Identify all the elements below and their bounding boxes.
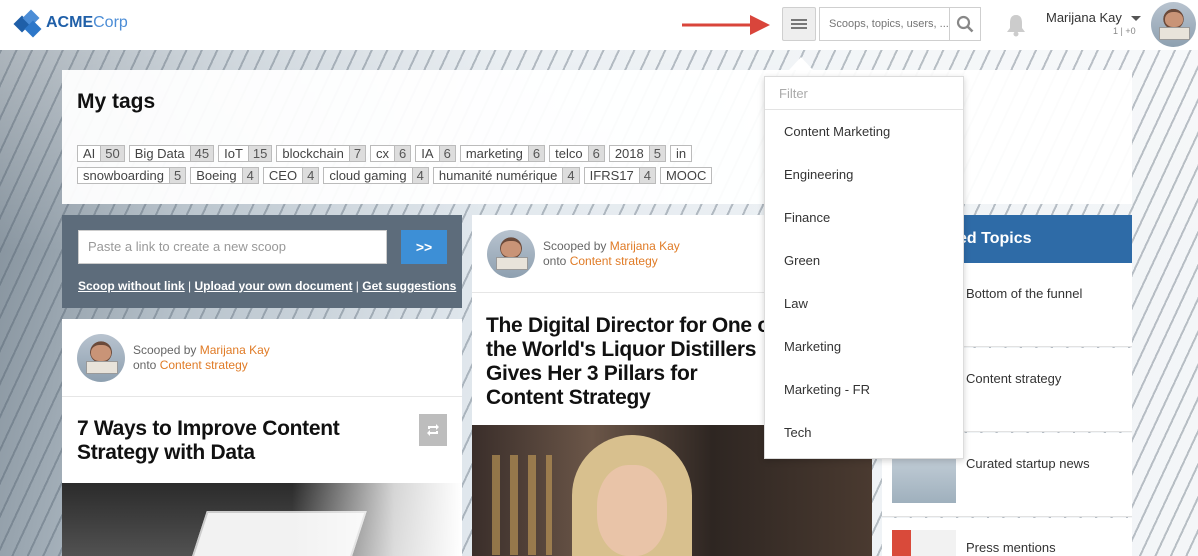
tag-item[interactable]: telco 6 xyxy=(549,145,605,162)
tag-row-2: snowboarding 5 Boeing 4 CEO 4 cloud gaming 4… xyxy=(77,167,1127,184)
top-bar: ACMECorp Marijana Kay 1 | +0 xyxy=(0,0,1198,50)
tag-item[interactable]: cx 6 xyxy=(370,145,412,162)
hamburger-icon xyxy=(791,19,807,29)
tag-item[interactable]: cloud gaming 4 xyxy=(323,167,429,184)
tag-row-1: AI 50 Big Data 45 IoT 15 blockchain 7 cx 6 IA… xyxy=(77,145,1127,162)
dropdown-item[interactable]: Law xyxy=(784,296,808,311)
user-stats: 1 | +0 xyxy=(1113,26,1136,36)
acme-logo[interactable]: ACMECorp xyxy=(13,9,128,38)
author-link[interactable]: Marijana Kay xyxy=(610,239,680,253)
user-name[interactable]: Marijana Kay xyxy=(1046,10,1122,25)
logo-text-bold: ACME xyxy=(46,14,94,31)
create-scoop-panel: Paste a link to create a new scoop >> Sc… xyxy=(62,215,462,308)
scoop-image[interactable] xyxy=(62,483,462,556)
tag-item[interactable]: IoT 15 xyxy=(218,145,273,162)
rescoop-icon xyxy=(427,424,439,436)
link-separator: | xyxy=(184,279,195,293)
dropdown-item[interactable]: Marketing xyxy=(784,339,841,354)
scooped-by-label: Scooped by xyxy=(543,239,607,253)
topic-label: Curated startup news xyxy=(966,456,1090,471)
author-link[interactable]: Marijana Kay xyxy=(200,343,270,357)
user-menu-caret-icon[interactable] xyxy=(1131,16,1141,21)
my-tags-panel: My tags AI 50 Big Data 45 IoT 15 blockchain… xyxy=(62,70,1132,204)
dropdown-item[interactable]: Marketing - FR xyxy=(784,382,870,397)
topic-thumbnail xyxy=(892,530,956,556)
tag-item[interactable]: CEO 4 xyxy=(262,167,320,184)
dropdown-item[interactable]: Engineering xyxy=(784,167,853,182)
featured-topic-item[interactable]: Press mentions xyxy=(882,518,1132,556)
search-icon xyxy=(956,15,974,33)
tag-item[interactable]: IA 6 xyxy=(415,145,456,162)
topic-label: Press mentions xyxy=(966,540,1056,555)
topic-label: Bottom of the funnel xyxy=(966,286,1083,301)
tag-item[interactable]: MOOC xyxy=(659,167,713,184)
upload-document-link[interactable]: Upload your own document xyxy=(194,279,352,293)
author-avatar[interactable] xyxy=(487,230,535,278)
search-input[interactable] xyxy=(820,8,949,40)
tag-item[interactable]: Big Data 45 xyxy=(128,145,215,162)
filter-input[interactable]: Filter xyxy=(765,77,963,110)
topic-link[interactable]: Content strategy xyxy=(570,254,658,268)
tag-item[interactable]: Boeing 4 xyxy=(190,167,259,184)
scoop-link-input[interactable]: Paste a link to create a new scoop xyxy=(78,230,387,264)
create-scoop-button[interactable]: >> xyxy=(401,230,447,264)
dropdown-item[interactable]: Finance xyxy=(784,210,830,225)
create-scoop-links: Scoop without link | Upload your own doc… xyxy=(78,279,456,293)
scoop-card: Scooped by Marijana Kay onto Content str… xyxy=(62,319,462,556)
scoop-title[interactable]: 7 Ways to Improve Content Strategy with … xyxy=(77,417,397,465)
topic-label: Content strategy xyxy=(966,371,1062,386)
my-tags-title: My tags xyxy=(77,90,156,113)
onto-label: onto xyxy=(133,358,157,372)
get-suggestions-link[interactable]: Get suggestions xyxy=(362,279,456,293)
tag-item[interactable]: snowboarding 5 xyxy=(77,167,187,184)
link-separator: | xyxy=(352,279,363,293)
scoop-without-link-link[interactable]: Scoop without link xyxy=(78,279,185,293)
logo-text-light: Corp xyxy=(93,14,128,31)
scooped-by-label: Scooped by xyxy=(133,343,197,357)
topics-dropdown: Filter Content Marketing Engineering Fin… xyxy=(764,76,964,459)
dropdown-pointer xyxy=(789,57,813,70)
red-arrow-annotation xyxy=(682,15,770,35)
tag-item[interactable]: humanité numérique 4 xyxy=(432,167,580,184)
onto-label: onto xyxy=(543,254,567,268)
tag-item[interactable]: blockchain 7 xyxy=(276,145,367,162)
dropdown-item[interactable]: Green xyxy=(784,253,820,268)
tag-item[interactable]: AI 50 xyxy=(77,145,125,162)
rescoop-button[interactable] xyxy=(419,414,447,446)
author-avatar[interactable] xyxy=(77,334,125,382)
card-divider xyxy=(62,396,462,397)
logo-diamonds-icon xyxy=(13,9,44,38)
tag-item[interactable]: IFRS17 4 xyxy=(583,167,656,184)
search-button[interactable] xyxy=(949,8,980,40)
topics-menu-button[interactable] xyxy=(782,7,816,41)
tag-item[interactable]: in xyxy=(669,145,693,162)
search-box xyxy=(819,7,981,41)
user-avatar[interactable] xyxy=(1151,2,1196,47)
notifications-bell-icon[interactable] xyxy=(1004,13,1028,37)
tag-item[interactable]: marketing 6 xyxy=(459,145,546,162)
dropdown-item[interactable]: Content Marketing xyxy=(784,124,890,139)
scoop-title[interactable]: The Digital Director for One of the Worl… xyxy=(486,314,778,410)
topic-link[interactable]: Content strategy xyxy=(160,358,248,372)
tag-item[interactable]: 2018 5 xyxy=(608,145,666,162)
dropdown-item[interactable]: Tech xyxy=(784,425,811,440)
